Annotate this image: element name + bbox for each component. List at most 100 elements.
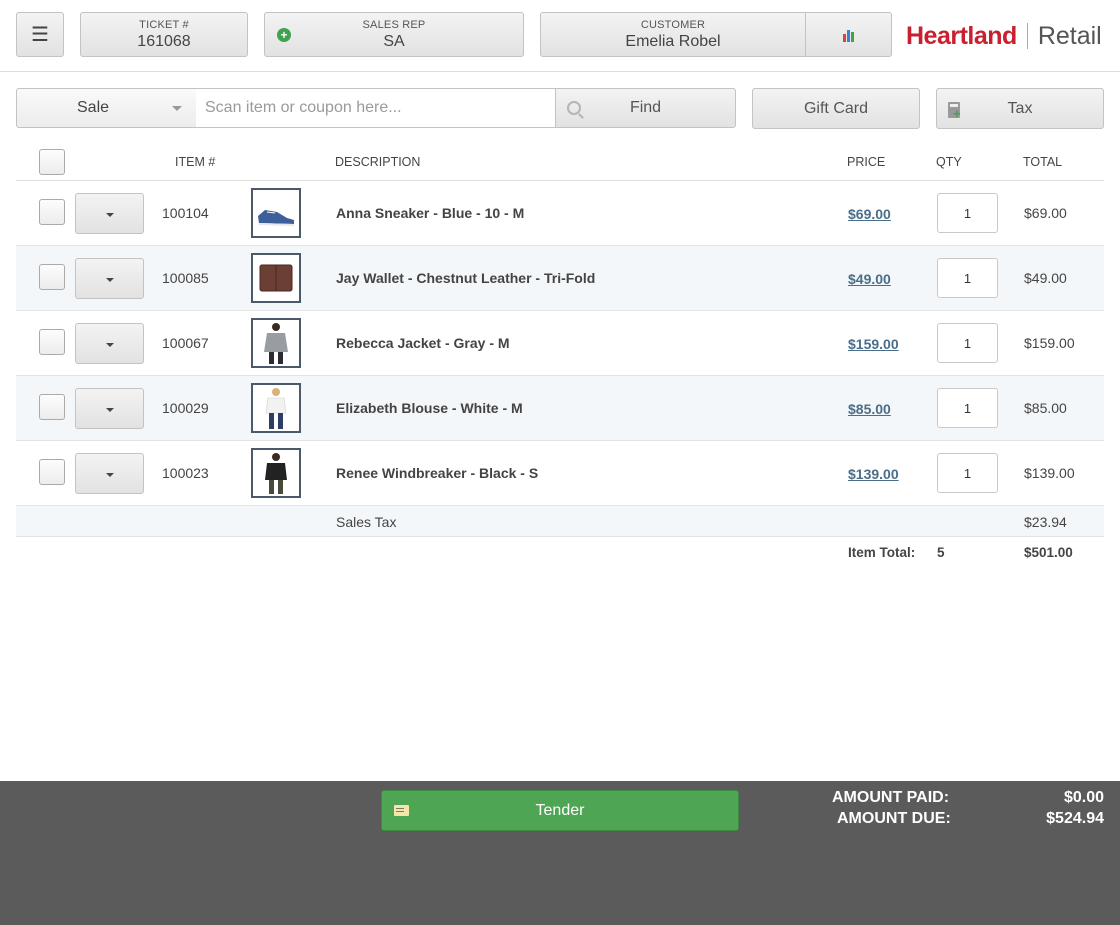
- menu-button[interactable]: ☰: [16, 12, 64, 57]
- ticket-label: TICKET #: [139, 18, 189, 31]
- payment-footer: Tender AMOUNT PAID: $0.00 AMOUNT DUE: $5…: [0, 781, 1120, 925]
- row-checkbox[interactable]: [39, 394, 65, 420]
- item-price-link[interactable]: $49.00: [848, 271, 891, 287]
- item-number: 100104: [162, 205, 209, 221]
- amount-paid-label: AMOUNT PAID:: [832, 789, 950, 806]
- find-button[interactable]: Find: [555, 88, 736, 128]
- transaction-mode-value: Sale: [77, 99, 110, 116]
- quantity-input[interactable]: [937, 388, 998, 428]
- blouse-thumbnail[interactable]: [251, 383, 301, 433]
- row-actions-dropdown[interactable]: [75, 388, 144, 429]
- line-items-list: 100104 Anna Sneaker - Blue - 10 - M $69.…: [16, 181, 1104, 567]
- item-description: Rebecca Jacket - Gray - M: [336, 335, 510, 351]
- item-total: $49.00: [1024, 270, 1067, 286]
- column-header-qty: QTY: [936, 155, 962, 169]
- table-row: 100104 Anna Sneaker - Blue - 10 - M $69.…: [16, 181, 1104, 246]
- item-description: Anna Sneaker - Blue - 10 - M: [336, 205, 525, 221]
- table-row: 100023 Renee Windbreaker - Black - S $13…: [16, 441, 1104, 506]
- row-actions-dropdown[interactable]: [75, 193, 144, 234]
- table-row: 100085 Jay Wallet - Chestnut Leather - T…: [16, 246, 1104, 311]
- item-number: 100085: [162, 270, 209, 286]
- sales-rep-button[interactable]: + SALES REP SA: [264, 12, 524, 57]
- amount-due-value: $524.94: [1046, 810, 1104, 827]
- column-header-description: DESCRIPTION: [335, 155, 421, 169]
- sales-tax-label: Sales Tax: [336, 514, 397, 530]
- sneaker-thumbnail[interactable]: [251, 188, 301, 238]
- tender-button[interactable]: Tender: [381, 790, 739, 831]
- item-description: Elizabeth Blouse - White - M: [336, 400, 523, 416]
- item-number: 100029: [162, 400, 209, 416]
- amount-paid-value: $0.00: [1063, 789, 1104, 806]
- item-total: $139.00: [1024, 465, 1075, 481]
- wallet-thumbnail[interactable]: [251, 253, 301, 303]
- quantity-input[interactable]: [937, 323, 998, 363]
- tax-label: Tax: [1007, 99, 1033, 117]
- item-total-amount: $501.00: [1024, 545, 1073, 560]
- logo-secondary-text: Retail: [1037, 21, 1102, 50]
- quantity-input[interactable]: [937, 453, 998, 493]
- row-actions-dropdown[interactable]: [75, 323, 144, 364]
- select-all-checkbox[interactable]: [39, 149, 65, 175]
- column-header-total: TOTAL: [1023, 155, 1063, 169]
- ticket-button[interactable]: TICKET # 161068: [80, 12, 248, 57]
- item-total: $85.00: [1024, 400, 1067, 416]
- item-price-link[interactable]: $85.00: [848, 401, 891, 417]
- top-bar: ☰ TICKET # 161068 + SALES REP SA CUSTOME…: [0, 0, 1120, 72]
- logo-primary-text: Heartland: [906, 21, 1017, 50]
- row-checkbox[interactable]: [39, 264, 65, 290]
- logo-divider: [1026, 23, 1028, 49]
- column-header-item-number: ITEM #: [175, 155, 216, 169]
- sales-tax-value: $23.94: [1024, 514, 1067, 530]
- item-total: $69.00: [1024, 205, 1067, 221]
- table-row: 100029 Elizabeth Blouse - White - M $85.…: [16, 376, 1104, 441]
- row-checkbox[interactable]: [39, 329, 65, 355]
- scan-item-input[interactable]: [196, 88, 556, 128]
- item-total-quantity: 5: [937, 545, 945, 560]
- ticket-number: 161068: [137, 32, 191, 50]
- item-number: 100023: [162, 465, 209, 481]
- amount-due-label: AMOUNT DUE:: [837, 810, 951, 827]
- item-price-link[interactable]: $69.00: [848, 206, 891, 222]
- item-price-link[interactable]: $139.00: [848, 466, 899, 482]
- search-icon: [567, 101, 581, 115]
- row-checkbox[interactable]: [39, 199, 65, 225]
- item-total-row: Item Total: 5 $501.00: [16, 537, 1104, 567]
- transaction-mode-select[interactable]: Sale: [16, 88, 197, 128]
- customer-label: CUSTOMER: [640, 18, 706, 31]
- heartland-retail-logo: Heartland Retail: [906, 20, 1102, 52]
- windbreaker-thumbnail[interactable]: [251, 448, 301, 498]
- add-circle-icon: +: [277, 28, 291, 42]
- jacket-thumbnail[interactable]: [251, 318, 301, 368]
- quantity-input[interactable]: [937, 193, 998, 233]
- row-actions-dropdown[interactable]: [75, 453, 144, 494]
- chevron-down-icon: [172, 106, 182, 111]
- scan-toolbar: Sale Find Gift Card Tax: [0, 88, 1120, 129]
- row-actions-dropdown[interactable]: [75, 258, 144, 299]
- sales-rep-label: SALES REP: [362, 18, 426, 31]
- bar-chart-icon: [842, 29, 854, 42]
- gift-card-button[interactable]: Gift Card: [752, 88, 920, 129]
- item-total-label: Item Total:: [848, 545, 916, 560]
- quantity-input[interactable]: [937, 258, 998, 298]
- tender-label: Tender: [535, 801, 585, 819]
- gift-card-label: Gift Card: [803, 99, 868, 117]
- column-header-price: PRICE: [847, 155, 886, 169]
- customer-button[interactable]: CUSTOMER Emelia Robel: [540, 12, 806, 57]
- item-price-link[interactable]: $159.00: [848, 336, 899, 352]
- item-description: Renee Windbreaker - Black - S: [336, 465, 539, 481]
- customer-stats-button[interactable]: [805, 12, 892, 57]
- calculator-icon: [948, 102, 961, 121]
- sales-tax-row: Sales Tax $23.94: [16, 506, 1104, 537]
- find-label: Find: [629, 99, 662, 116]
- payment-card-icon: [394, 805, 409, 816]
- customer-name: Emelia Robel: [625, 32, 721, 50]
- item-number: 100067: [162, 335, 209, 351]
- table-row: 100067 Rebecca Jacket - Gray - M $159.00…: [16, 311, 1104, 376]
- item-description: Jay Wallet - Chestnut Leather - Tri-Fold: [336, 270, 596, 286]
- hamburger-icon: ☰: [31, 23, 49, 46]
- tax-button[interactable]: Tax: [936, 88, 1104, 129]
- sales-rep-value: SA: [383, 32, 405, 50]
- item-total: $159.00: [1024, 335, 1075, 351]
- line-items-header: ITEM # DESCRIPTION PRICE QTY TOTAL: [16, 143, 1104, 181]
- row-checkbox[interactable]: [39, 459, 65, 485]
